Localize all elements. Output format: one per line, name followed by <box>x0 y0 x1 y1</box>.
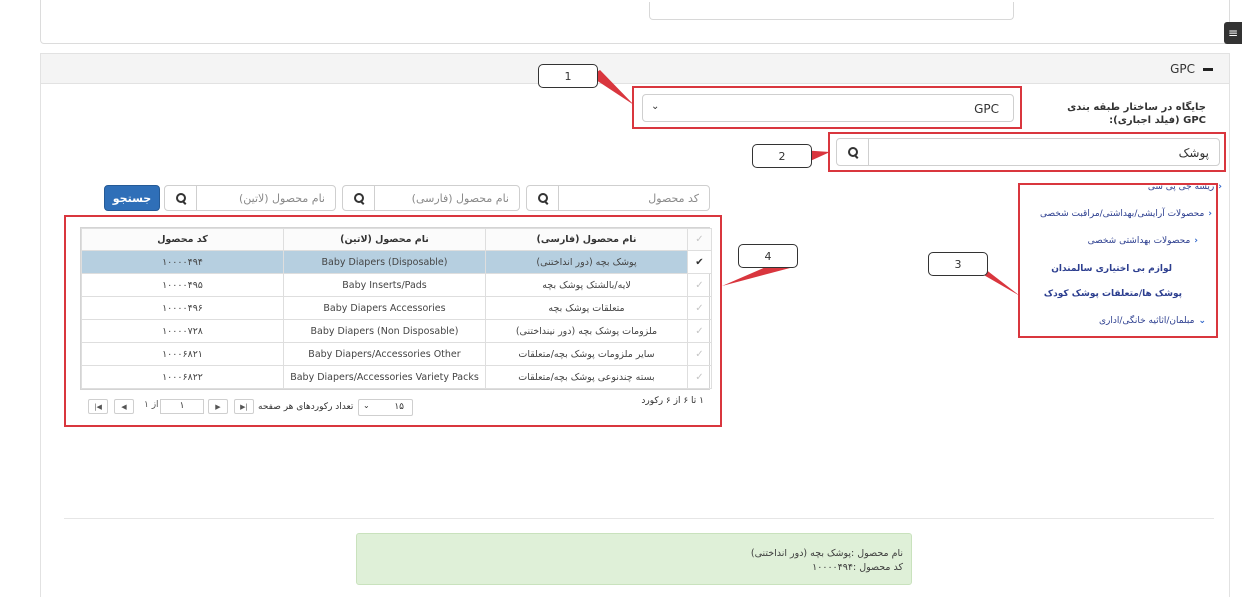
search-button[interactable] <box>527 186 559 210</box>
search-icon <box>537 193 548 203</box>
product-code-search[interactable]: کد محصول <box>526 185 710 211</box>
collapse-icon[interactable] <box>1203 68 1213 71</box>
product-name-fa-search[interactable]: نام محصول (فارسی) <box>342 185 520 211</box>
gpc-panel-title: GPC <box>1170 62 1195 76</box>
search-submit-button[interactable]: جستجو <box>104 185 160 211</box>
search-button[interactable] <box>343 186 375 210</box>
callout-4: 4 <box>738 244 798 268</box>
selected-name: نام محصول :پوشک بچه (دور انداختنی) <box>750 548 903 559</box>
previous-panel <box>40 0 1230 44</box>
annotation-box-1 <box>632 86 1022 129</box>
product-name-fa-placeholder: نام محصول (فارسی) <box>411 192 509 205</box>
callout-1: 1 <box>538 64 598 88</box>
gpc-panel-header[interactable]: GPC <box>41 54 1229 84</box>
selected-code: کد محصول :۱۰۰۰۰۴۹۴ <box>812 562 903 573</box>
product-name-en-search[interactable]: نام محصول (لاتین) <box>164 185 336 211</box>
gpc-field-label: جایگاه در ساختار طبقه بندی GPC (فیلد اجب… <box>1067 102 1206 126</box>
footer-divider <box>64 518 1214 519</box>
annotation-box-3 <box>1018 183 1218 338</box>
callout-3: 3 <box>928 252 988 276</box>
annotation-box-2 <box>828 132 1226 172</box>
previous-input[interactable] <box>649 2 1014 20</box>
callout-2: 2 <box>752 144 812 168</box>
product-name-en-placeholder: نام محصول (لاتین) <box>238 192 325 205</box>
selection-info-box: نام محصول :پوشک بچه (دور انداختنی) کد مح… <box>356 533 912 585</box>
menu-toggle-icon[interactable]: ≡ <box>1224 22 1242 44</box>
product-code-placeholder: کد محصول <box>648 192 699 205</box>
search-button[interactable] <box>165 186 197 210</box>
chevron-left-icon: ‹ <box>1218 182 1222 192</box>
annotation-box-4 <box>64 215 722 427</box>
search-icon <box>353 193 364 203</box>
search-icon <box>175 193 186 203</box>
